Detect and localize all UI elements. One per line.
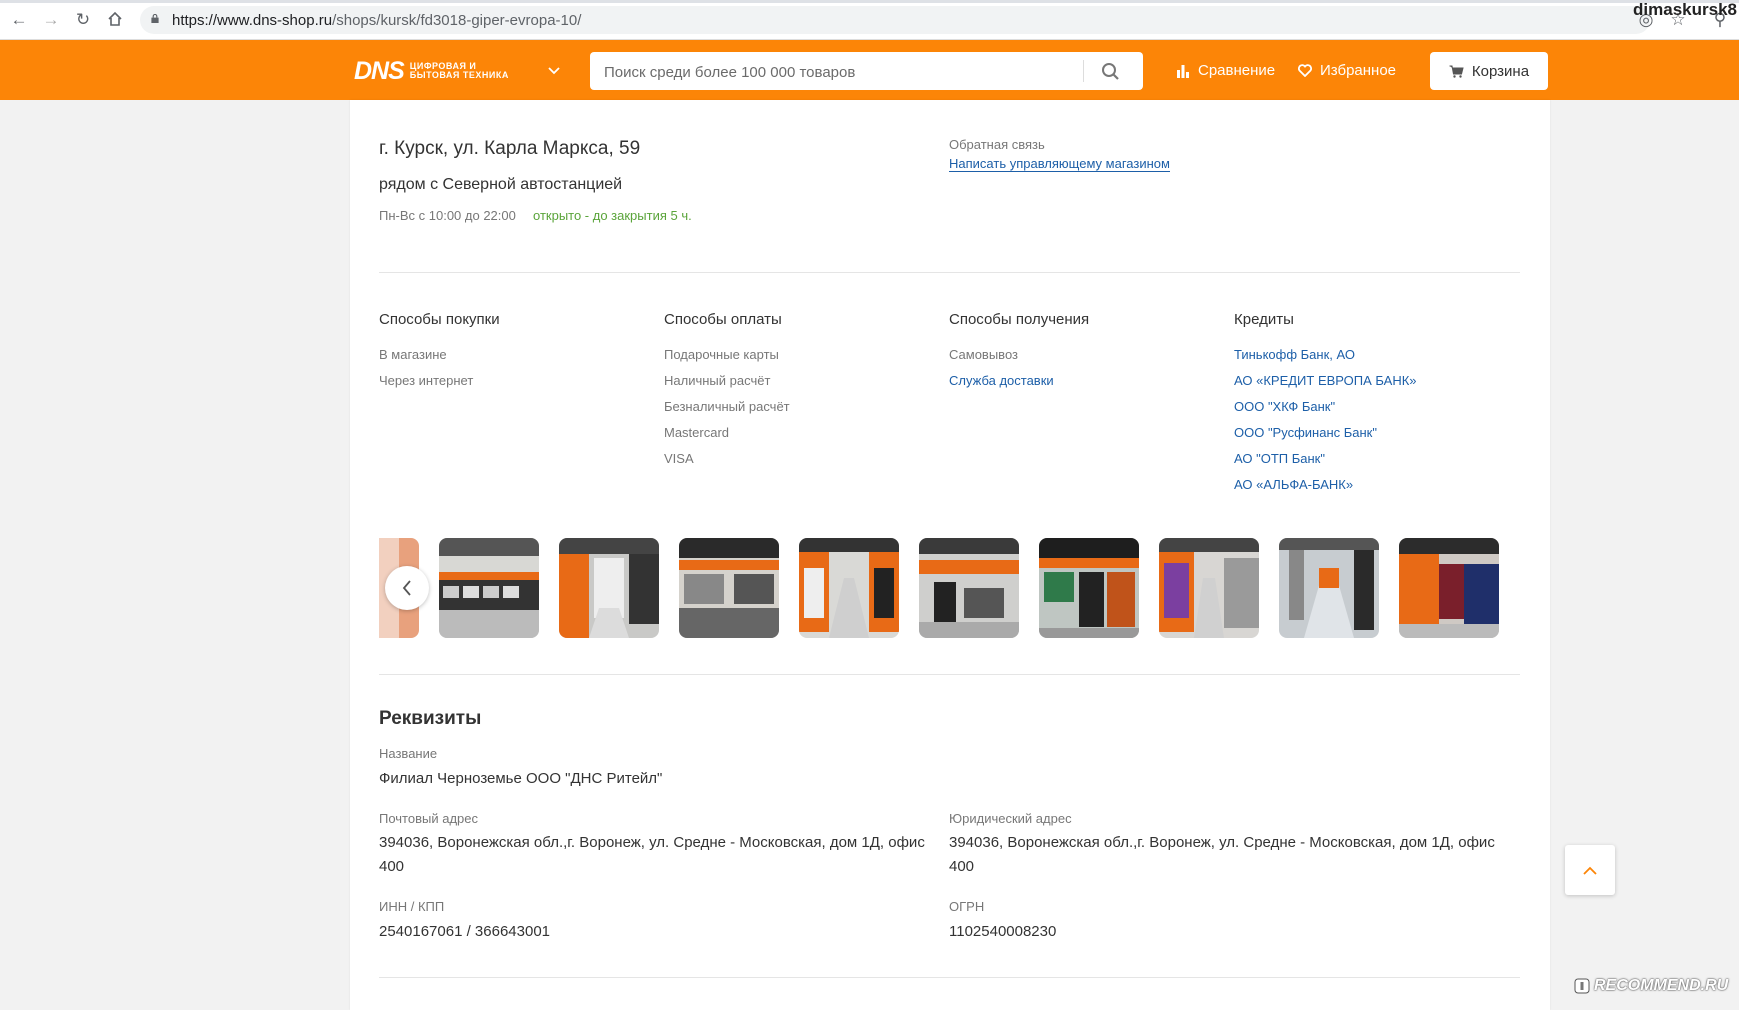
payment-method-item: Mastercard <box>664 425 730 440</box>
payment-method-item: VISA <box>664 451 694 466</box>
ogrn-label: ОГРН <box>949 899 985 914</box>
watermark-text: RECOMMEND.RU <box>1594 977 1729 994</box>
credit-bank-link[interactable]: АО «АЛЬФА-БАНК» <box>1234 477 1353 492</box>
gallery-prev-button[interactable] <box>385 566 429 610</box>
logo-text: DNS <box>354 56 405 85</box>
back-icon[interactable]: ← <box>10 11 28 29</box>
gallery-photo[interactable] <box>1159 538 1259 638</box>
tab-strip <box>0 0 1739 3</box>
credit-bank-link[interactable]: ООО "Русфинанс Банк" <box>1234 425 1377 440</box>
home-icon[interactable] <box>106 11 124 29</box>
logo-subtitle: ЦИФРОВАЯ И БЫТОВАЯ ТЕХНИКА <box>410 62 509 80</box>
gallery-photo[interactable] <box>1279 538 1379 638</box>
shop-landmark: рядом с Северной автостанцией <box>379 176 623 193</box>
payment-methods-title: Способы оплаты <box>664 311 782 328</box>
inn-kpp-value: 2540167061 / 366643001 <box>379 923 551 940</box>
divider <box>379 674 1520 675</box>
feedback-link[interactable]: Написать управляющему магазином <box>949 156 1170 172</box>
purchase-method-item: Через интернет <box>379 373 474 388</box>
credit-bank-link[interactable]: АО «КРЕДИТ ЕВРОПА БАНК» <box>1234 373 1417 388</box>
user-name: dimaskursk8 <box>1633 0 1737 19</box>
scroll-top-button[interactable] <box>1565 845 1615 895</box>
gallery-photo[interactable] <box>799 538 899 638</box>
favorites-link[interactable]: Избранное <box>1298 62 1396 79</box>
compare-label: Сравнение <box>1198 62 1276 79</box>
browser-toolbar: ← → ↻ https://www.dns-shop.ru/shops/kurs… <box>0 0 1739 40</box>
payment-method-item: Безналичный расчёт <box>664 399 790 414</box>
gallery-photo[interactable] <box>1399 538 1499 638</box>
search-box <box>590 52 1143 92</box>
chevron-left-icon <box>402 580 411 596</box>
divider <box>379 977 1520 978</box>
url-host: https://www.dns-shop.ru <box>172 12 333 29</box>
site-header: DNS ЦИФРОВАЯ ИБЫТОВАЯ ТЕХНИКА Сравнение … <box>0 40 1739 100</box>
reload-icon[interactable]: ↻ <box>74 11 92 29</box>
logo-subtitle-line2: БЫТОВАЯ ТЕХНИКА <box>409 70 509 80</box>
url-path: /shops/kursk/fd3018-giper-evropa-10/ <box>332 12 582 29</box>
city-chevron-down-icon[interactable] <box>548 62 560 78</box>
credit-bank-link[interactable]: Тинькофф Банк, АО <box>1234 347 1355 362</box>
ogrn-value: 1102540008230 <box>949 923 1057 940</box>
payment-method-item: Подарочные карты <box>664 347 779 362</box>
gallery-photo[interactable] <box>439 538 539 638</box>
legal-address-label: Юридический адрес <box>949 811 1072 826</box>
photo-gallery <box>379 538 1520 638</box>
delivery-methods-title: Способы получения <box>949 311 1090 328</box>
search-input[interactable] <box>602 52 1066 92</box>
cart-icon <box>1449 65 1464 78</box>
inn-kpp-label: ИНН / КПП <box>379 899 445 914</box>
requisites-title: Реквизиты <box>379 708 482 729</box>
delivery-service-link[interactable]: Служба доставки <box>949 373 1054 388</box>
favorites-label: Избранное <box>1320 62 1397 79</box>
postal-address-value: 394036, Воронежская обл.,г. Воронеж, ул.… <box>379 834 925 875</box>
gallery-photo[interactable] <box>559 538 659 638</box>
credits-title: Кредиты <box>1234 311 1294 328</box>
delivery-method-item: Самовывоз <box>949 347 1018 362</box>
purchase-method-item: В магазине <box>379 347 447 362</box>
lock-icon <box>151 14 159 23</box>
gallery-photo[interactable] <box>679 538 779 638</box>
cart-button[interactable]: Корзина <box>1430 52 1548 90</box>
cart-label: Корзина <box>1471 62 1530 80</box>
compare-icon <box>1177 64 1189 78</box>
payment-method-item: Наличный расчёт <box>664 373 771 388</box>
purchase-methods-title: Способы покупки <box>379 311 500 328</box>
logo[interactable]: DNS ЦИФРОВАЯ И БЫТОВАЯ ТЕХНИКА <box>354 56 509 85</box>
watermark: RECOMMEND.RU <box>1574 977 1728 995</box>
gallery-photo[interactable] <box>1039 538 1139 638</box>
credit-bank-link[interactable]: ООО "ХКФ Банк" <box>1234 399 1335 414</box>
gallery-photo[interactable] <box>919 538 1019 638</box>
shop-card: г. Курск, ул. Карла Маркса, 59 рядом с С… <box>350 100 1550 1010</box>
company-name-label: Название <box>379 746 438 761</box>
search-icon[interactable] <box>1100 61 1122 83</box>
chevron-up-icon <box>1583 866 1597 875</box>
forward-icon[interactable]: → <box>42 11 60 29</box>
company-name-value: Филиал Черноземье ООО "ДНС Ритейл" <box>379 770 663 787</box>
postal-address-label: Почтовый адрес <box>379 811 478 826</box>
shop-hours: Пн-Вс с 10:00 до 22:00 <box>379 208 516 223</box>
credit-bank-link[interactable]: АО "ОТП Банк" <box>1234 451 1325 466</box>
url-text[interactable]: https://www.dns-shop.ru/shops/kursk/fd30… <box>172 12 581 29</box>
watermark-icon <box>1574 978 1590 994</box>
feedback-label: Обратная связь <box>949 137 1045 152</box>
compare-link[interactable]: Сравнение <box>1176 62 1275 79</box>
heart-icon <box>1298 64 1312 77</box>
shop-address: г. Курск, ул. Карла Маркса, 59 <box>379 138 641 159</box>
shop-status: открыто - до закрытия 5 ч. <box>533 208 692 223</box>
search-divider <box>1083 60 1084 82</box>
divider <box>379 272 1520 273</box>
legal-address-value: 394036, Воронежская обл.,г. Воронеж, ул.… <box>949 834 1495 875</box>
